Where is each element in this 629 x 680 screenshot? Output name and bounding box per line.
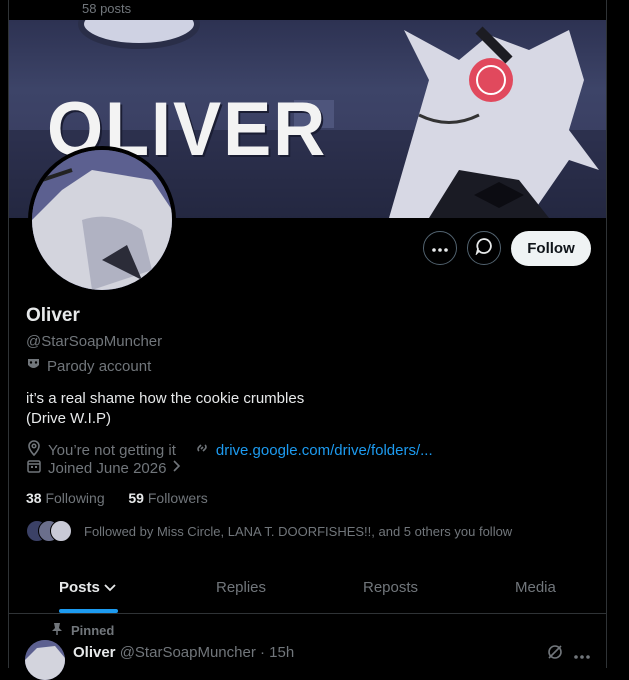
followed-by-row[interactable]: Followed by Miss Circle, LANA T. DOORFIS… <box>26 520 512 542</box>
more-icon[interactable] <box>574 646 590 664</box>
location-row: You’re not getting it drive.google.com/d… <box>26 440 433 460</box>
link-icon <box>194 440 210 460</box>
chevron-right-icon <box>172 459 182 477</box>
tweet-author[interactable]: Oliver <box>73 644 116 661</box>
parody-badge: Parody account <box>26 357 151 376</box>
pinned-indicator: Pinned <box>51 622 114 639</box>
bio: it’s a real shame how the cookie crumble… <box>26 389 304 429</box>
more-icon <box>432 239 448 257</box>
tab-media[interactable]: Media <box>515 579 556 596</box>
stats: 38 Following 59 Followers <box>26 490 208 506</box>
active-tab-indicator <box>59 609 118 613</box>
following-link[interactable]: 38 Following <box>26 490 105 506</box>
profile-column: 58 posts OLIVER Follow Oliver @StarSoapM… <box>8 0 607 680</box>
more-options-button[interactable] <box>423 231 457 265</box>
pin-icon <box>51 622 63 639</box>
tab-posts[interactable]: Posts <box>59 579 116 596</box>
location-text: You’re not getting it <box>48 441 176 459</box>
handle: @StarSoapMuncher <box>26 333 163 350</box>
profile-tabs: Posts Replies Reposts Media <box>9 566 606 614</box>
message-icon <box>475 237 493 260</box>
profile-link[interactable]: drive.google.com/drive/folders/... <box>216 442 433 459</box>
tweet-header: Oliver @StarSoapMuncher · 15h <box>73 644 294 661</box>
message-button[interactable] <box>467 231 501 265</box>
tweet-avatar[interactable] <box>25 640 65 680</box>
follow-button[interactable]: Follow <box>511 231 591 266</box>
avatar <box>50 520 72 542</box>
bio-line: it’s a real shame how the cookie crumble… <box>26 390 305 407</box>
parody-mask-icon <box>26 357 41 376</box>
followers-link[interactable]: 59 Followers <box>128 490 207 506</box>
bio-line: (Drive W.I.P) <box>26 410 111 427</box>
parody-label: Parody account <box>47 358 152 375</box>
post-count: 58 posts <box>82 1 132 16</box>
tab-replies[interactable]: Replies <box>216 579 266 596</box>
display-name: Oliver <box>26 305 80 326</box>
pinned-label: Pinned <box>71 623 115 638</box>
follower-avatars <box>26 520 74 542</box>
joined-text: Joined June 2026 <box>48 459 167 477</box>
followers-label: Followers <box>147 490 208 506</box>
grok-icon[interactable] <box>546 643 564 666</box>
joined-row[interactable]: Joined June 2026 <box>26 458 182 478</box>
calendar-icon <box>26 458 42 478</box>
following-count: 38 <box>26 490 42 506</box>
tab-reposts[interactable]: Reposts <box>363 579 418 596</box>
chevron-down-icon <box>104 579 116 596</box>
tweet-actions <box>546 643 590 666</box>
following-label: Following <box>45 490 105 506</box>
avatar[interactable] <box>28 146 176 294</box>
location-icon <box>26 440 42 460</box>
tab-label: Posts <box>59 579 100 596</box>
followed-by-text: Followed by Miss Circle, LANA T. DOORFIS… <box>84 523 513 539</box>
followers-count: 59 <box>128 490 144 506</box>
tweet-handle-time: @StarSoapMuncher · 15h <box>119 644 295 661</box>
header-search-icon[interactable] <box>540 0 580 9</box>
